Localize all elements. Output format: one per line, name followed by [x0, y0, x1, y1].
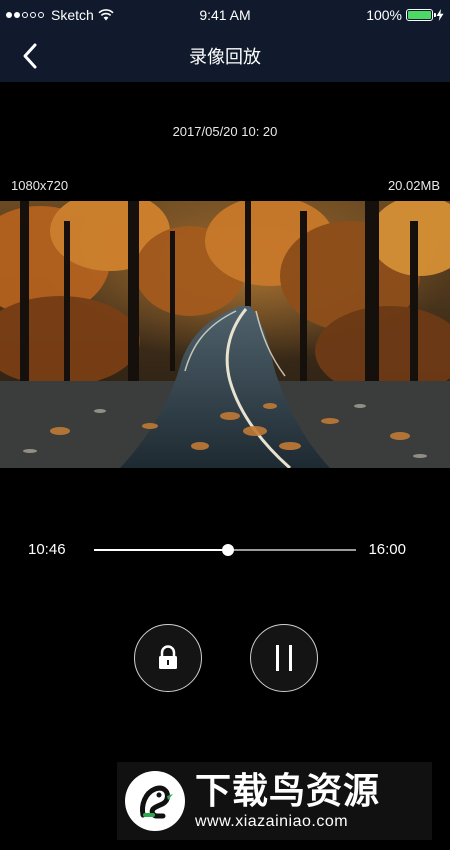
status-bar: Sketch 9:41 AM 100% [0, 0, 450, 30]
video-player[interactable] [0, 201, 450, 468]
watermark-text: 下载鸟资源 www.xiazainiao.com [195, 771, 380, 831]
playback-end-time: 16:00 [368, 541, 406, 558]
playback-progress-slider[interactable] [94, 543, 356, 557]
watermark-title: 下载鸟资源 [195, 770, 381, 811]
charging-bolt-icon [436, 9, 444, 21]
watermark-url: www.xiazainiao.com [195, 813, 349, 830]
playback-start-time: 10:46 [28, 541, 66, 558]
battery-icon [406, 9, 436, 21]
slider-fill [94, 549, 228, 551]
status-bar-right: 100% [366, 7, 444, 23]
pause-button[interactable] [250, 624, 318, 692]
page-title: 录像回放 [189, 47, 261, 67]
nav-bar: 录像回放 [0, 30, 450, 82]
video-file-size: 20.02MB [387, 178, 440, 193]
slider-handle[interactable] [221, 544, 234, 556]
lock-button[interactable] [134, 624, 202, 692]
header: Sketch 9:41 AM 100% 录像回放 [0, 0, 450, 82]
playback-screen: Sketch 9:41 AM 100% 录像回放 2017/05/20 10: … [0, 0, 450, 850]
video-resolution: 1080x720 [11, 178, 69, 193]
bird-logo-icon [125, 771, 185, 831]
lock-icon [159, 645, 177, 669]
video-frame [0, 201, 450, 468]
watermark-banner: 下载鸟资源 www.xiazainiao.com [117, 762, 432, 840]
pause-icon [276, 645, 292, 671]
recording-datetime: 2017/05/20 10: 20 [172, 124, 278, 139]
battery-percent: 100% [366, 7, 402, 23]
